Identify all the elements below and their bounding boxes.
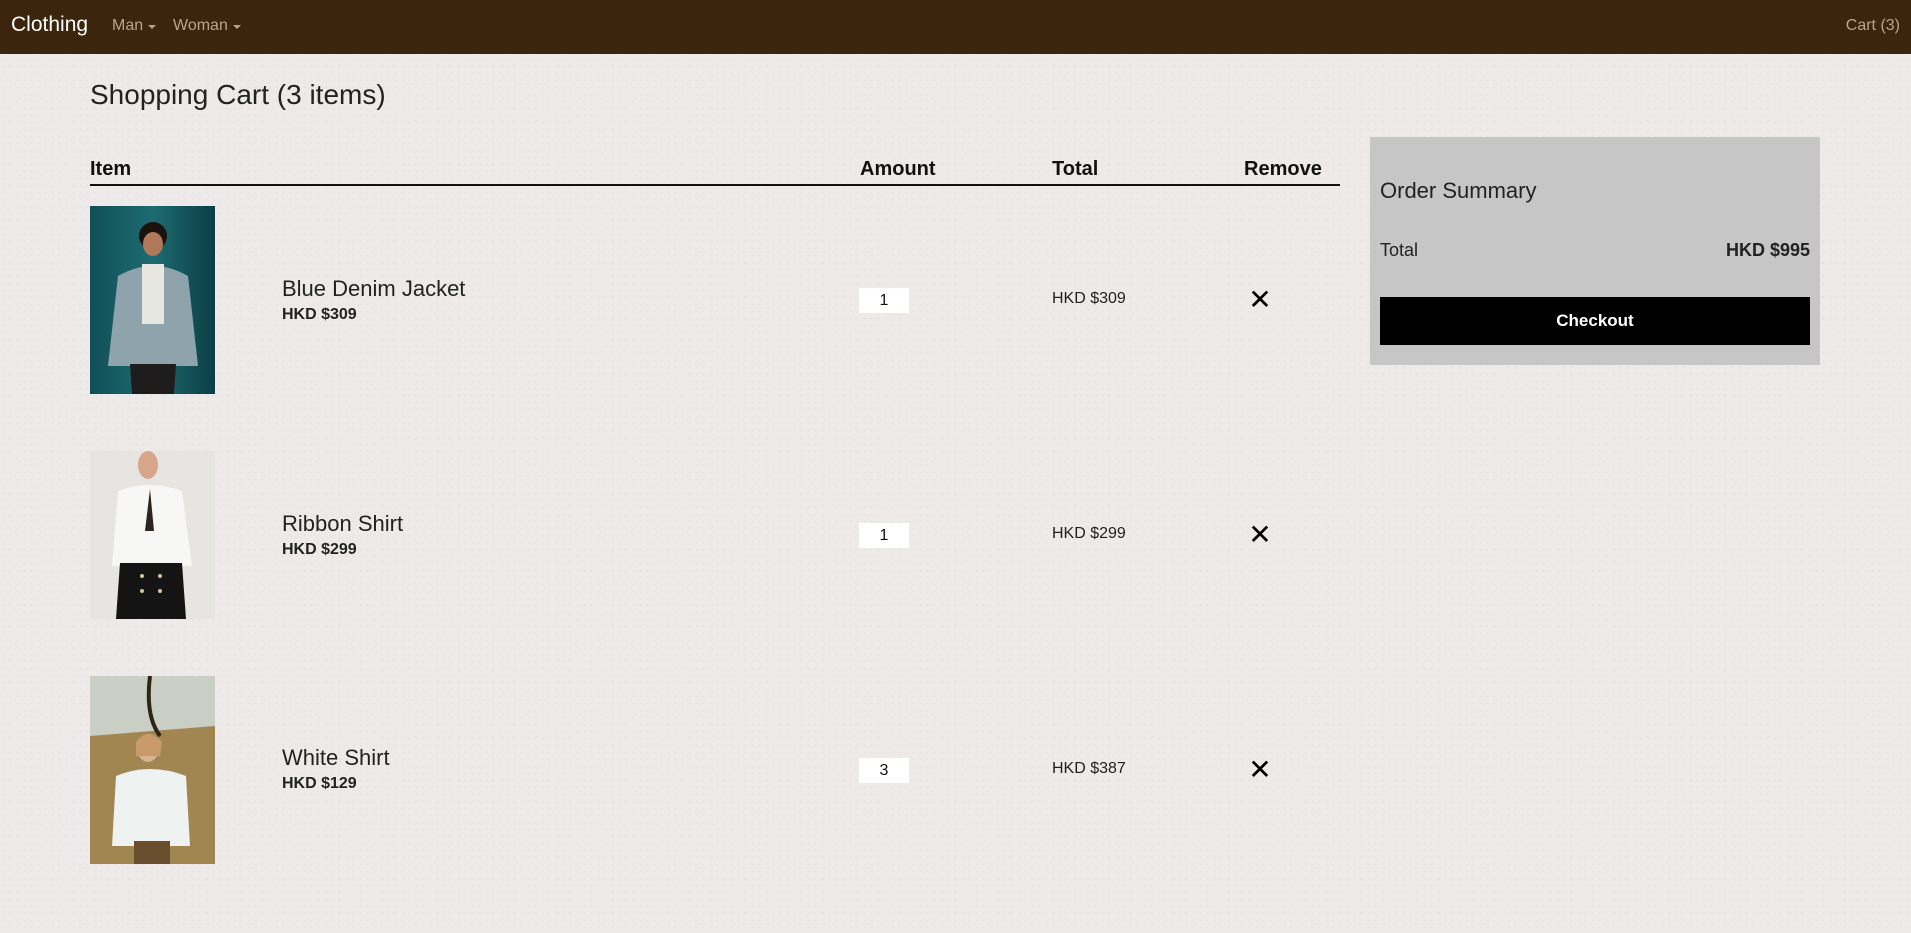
close-icon: ✕	[1248, 753, 1272, 785]
nav-dropdown-man[interactable]: Man	[112, 17, 157, 35]
line-total: HKD $299	[1052, 525, 1126, 542]
cart-row: Ribbon Shirt HKD $299 HKD $299 ✕	[90, 451, 1340, 621]
nav-dropdown-woman-label: Woman	[173, 17, 228, 34]
line-total: HKD $309	[1052, 290, 1126, 307]
cart-row: Blue Denim Jacket HKD $309 HKD $309 ✕	[90, 206, 1340, 396]
nav-dropdown-woman[interactable]: Woman	[173, 17, 241, 35]
product-image[interactable]	[90, 206, 215, 394]
caret-down-icon	[232, 25, 241, 29]
column-header-total: Total	[1052, 158, 1099, 180]
quantity-input[interactable]	[859, 758, 909, 783]
close-icon: ✕	[1248, 518, 1272, 550]
line-total: HKD $387	[1052, 760, 1126, 777]
product-image[interactable]	[90, 451, 215, 619]
order-total-value: HKD $995	[1725, 240, 1810, 260]
quantity-input[interactable]	[859, 523, 909, 548]
cart-link[interactable]: Cart (3)	[1846, 17, 1900, 35]
product-unit-price: HKD $299	[282, 541, 357, 558]
nav-dropdown-man-label: Man	[112, 17, 144, 34]
order-summary-title: Order Summary	[1380, 178, 1537, 203]
product-name[interactable]: White Shirt	[282, 745, 390, 771]
product-name[interactable]: Ribbon Shirt	[282, 511, 403, 537]
remove-item-button[interactable]: ✕	[1248, 754, 1272, 785]
close-icon: ✕	[1248, 283, 1272, 315]
column-header-amount: Amount	[860, 158, 936, 180]
remove-item-button[interactable]: ✕	[1248, 519, 1272, 550]
top-navbar: Clothing Man Woman Cart (3)	[0, 0, 1911, 54]
checkout-button[interactable]: Checkout	[1380, 297, 1810, 345]
remove-item-button[interactable]: ✕	[1248, 284, 1272, 315]
product-name[interactable]: Blue Denim Jacket	[282, 276, 465, 302]
cart-row: White Shirt HKD $129 HKD $387 ✕	[90, 676, 1340, 866]
product-unit-price: HKD $309	[282, 306, 357, 323]
order-total-label: Total	[1380, 240, 1419, 260]
product-unit-price: HKD $129	[282, 775, 357, 792]
page-title: Shopping Cart (3 items)	[90, 79, 386, 110]
column-header-remove: Remove	[1244, 158, 1322, 180]
caret-down-icon	[148, 25, 157, 29]
column-header-item: Item	[90, 158, 132, 180]
quantity-input[interactable]	[859, 288, 909, 313]
brand-logo-link[interactable]: Clothing	[11, 13, 88, 37]
product-image[interactable]	[90, 676, 215, 864]
order-summary-panel: Order Summary Total HKD $995 Checkout	[1370, 137, 1820, 365]
cart-table-header: Item Amount Total Remove	[90, 158, 1340, 186]
